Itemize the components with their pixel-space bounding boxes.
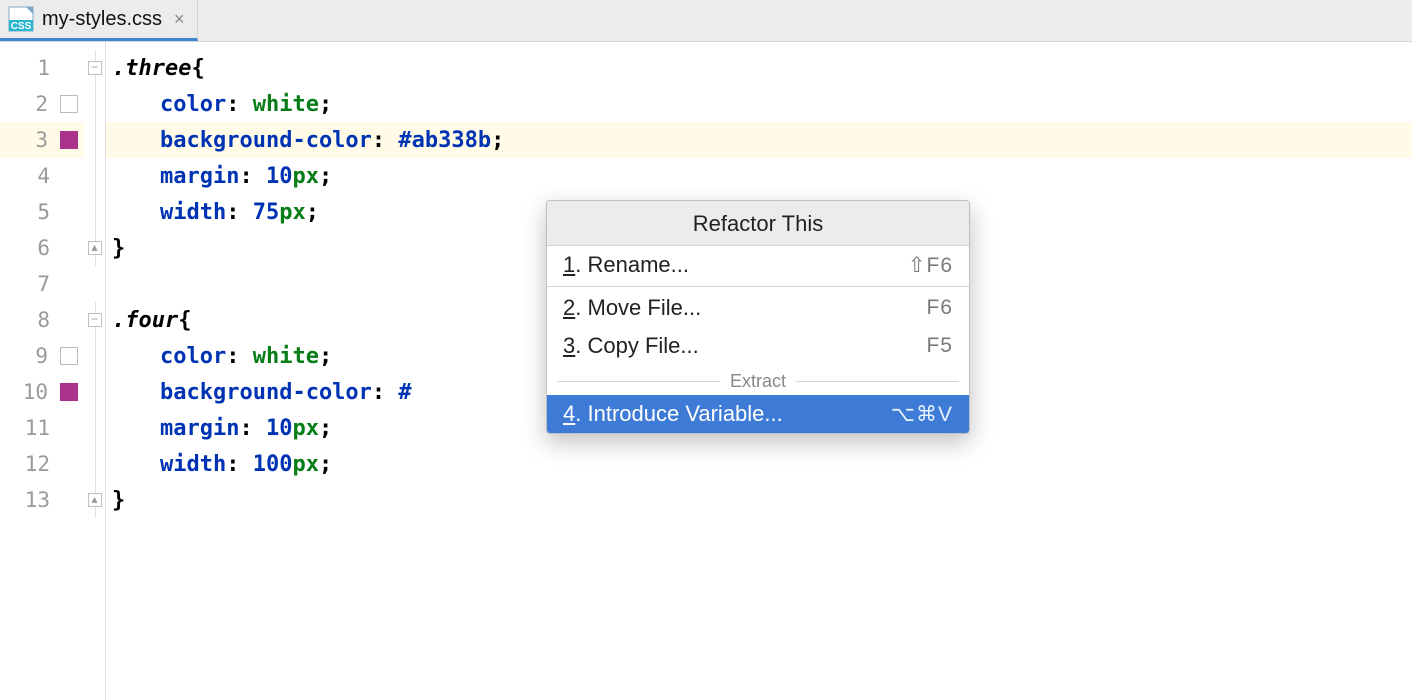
gutter-line[interactable]: 12 — [0, 446, 84, 482]
shortcut-label: ⌥⌘V — [891, 402, 953, 427]
refactor-popup: Refactor This 1. Rename... ⇧F6 2. Move F… — [546, 200, 970, 434]
color-swatch-icon[interactable] — [60, 95, 78, 113]
gutter-line[interactable]: 6 — [0, 230, 84, 266]
gutter-line[interactable]: 5 — [0, 194, 84, 230]
shortcut-label: ⇧F6 — [908, 253, 953, 278]
svg-text:CSS: CSS — [11, 21, 32, 32]
gutter-line[interactable]: 4 — [0, 158, 84, 194]
gutter-line[interactable]: 11 — [0, 410, 84, 446]
code-line[interactable]: color: white; — [112, 86, 1412, 122]
code-line[interactable]: width: 100px; — [112, 446, 1412, 482]
gutter-line[interactable]: 1 — [0, 50, 84, 86]
menu-item-introduce-variable[interactable]: 4. Introduce Variable... ⌥⌘V — [547, 395, 969, 433]
css-file-icon: CSS — [8, 6, 34, 32]
gutter-line[interactable]: 2 — [0, 86, 84, 122]
code-line[interactable]: background-color: #ab338b; — [106, 122, 1412, 158]
divider — [547, 286, 969, 287]
shortcut-label: F6 — [926, 296, 953, 320]
fold-strip: − ▴ − ▴ — [84, 42, 106, 700]
menu-item-copy-file[interactable]: 3. Copy File... F5 — [547, 327, 969, 365]
menu-item-move-file[interactable]: 2. Move File... F6 — [547, 289, 969, 327]
code-editor: 1 2 3 4 5 6 7 8 9 10 11 12 13 − ▴ − ▴ .t… — [0, 42, 1412, 700]
fold-end-icon[interactable]: ▴ — [88, 493, 102, 507]
gutter-line[interactable]: 13 — [0, 482, 84, 518]
color-swatch-icon[interactable] — [60, 383, 78, 401]
popup-title: Refactor This — [547, 201, 969, 246]
tab-filename: my-styles.css — [42, 8, 162, 31]
gutter-line[interactable]: 7 — [0, 266, 84, 302]
code-line[interactable]: .three { — [112, 50, 1412, 86]
shortcut-label: F5 — [926, 334, 953, 358]
color-swatch-icon[interactable] — [60, 347, 78, 365]
gutter-line[interactable]: 8 — [0, 302, 84, 338]
code-line[interactable]: margin: 10px; — [112, 158, 1412, 194]
popup-section-extract: Extract — [547, 369, 969, 393]
tab-bar: CSS my-styles.css × — [0, 0, 1412, 42]
gutter-line[interactable]: 10 — [0, 374, 84, 410]
color-swatch-icon[interactable] — [60, 131, 78, 149]
menu-item-rename[interactable]: 1. Rename... ⇧F6 — [547, 246, 969, 284]
fold-end-icon[interactable]: ▴ — [88, 241, 102, 255]
gutter-line[interactable]: 3 — [0, 122, 84, 158]
gutter: 1 2 3 4 5 6 7 8 9 10 11 12 13 — [0, 42, 84, 700]
code-line[interactable]: } — [112, 482, 1412, 518]
fold-collapse-icon[interactable]: − — [88, 313, 102, 327]
gutter-line[interactable]: 9 — [0, 338, 84, 374]
tab-active[interactable]: CSS my-styles.css × — [0, 0, 198, 41]
fold-collapse-icon[interactable]: − — [88, 61, 102, 75]
code-area[interactable]: .three { color: white; background-color:… — [106, 42, 1412, 700]
close-icon[interactable]: × — [174, 9, 185, 30]
